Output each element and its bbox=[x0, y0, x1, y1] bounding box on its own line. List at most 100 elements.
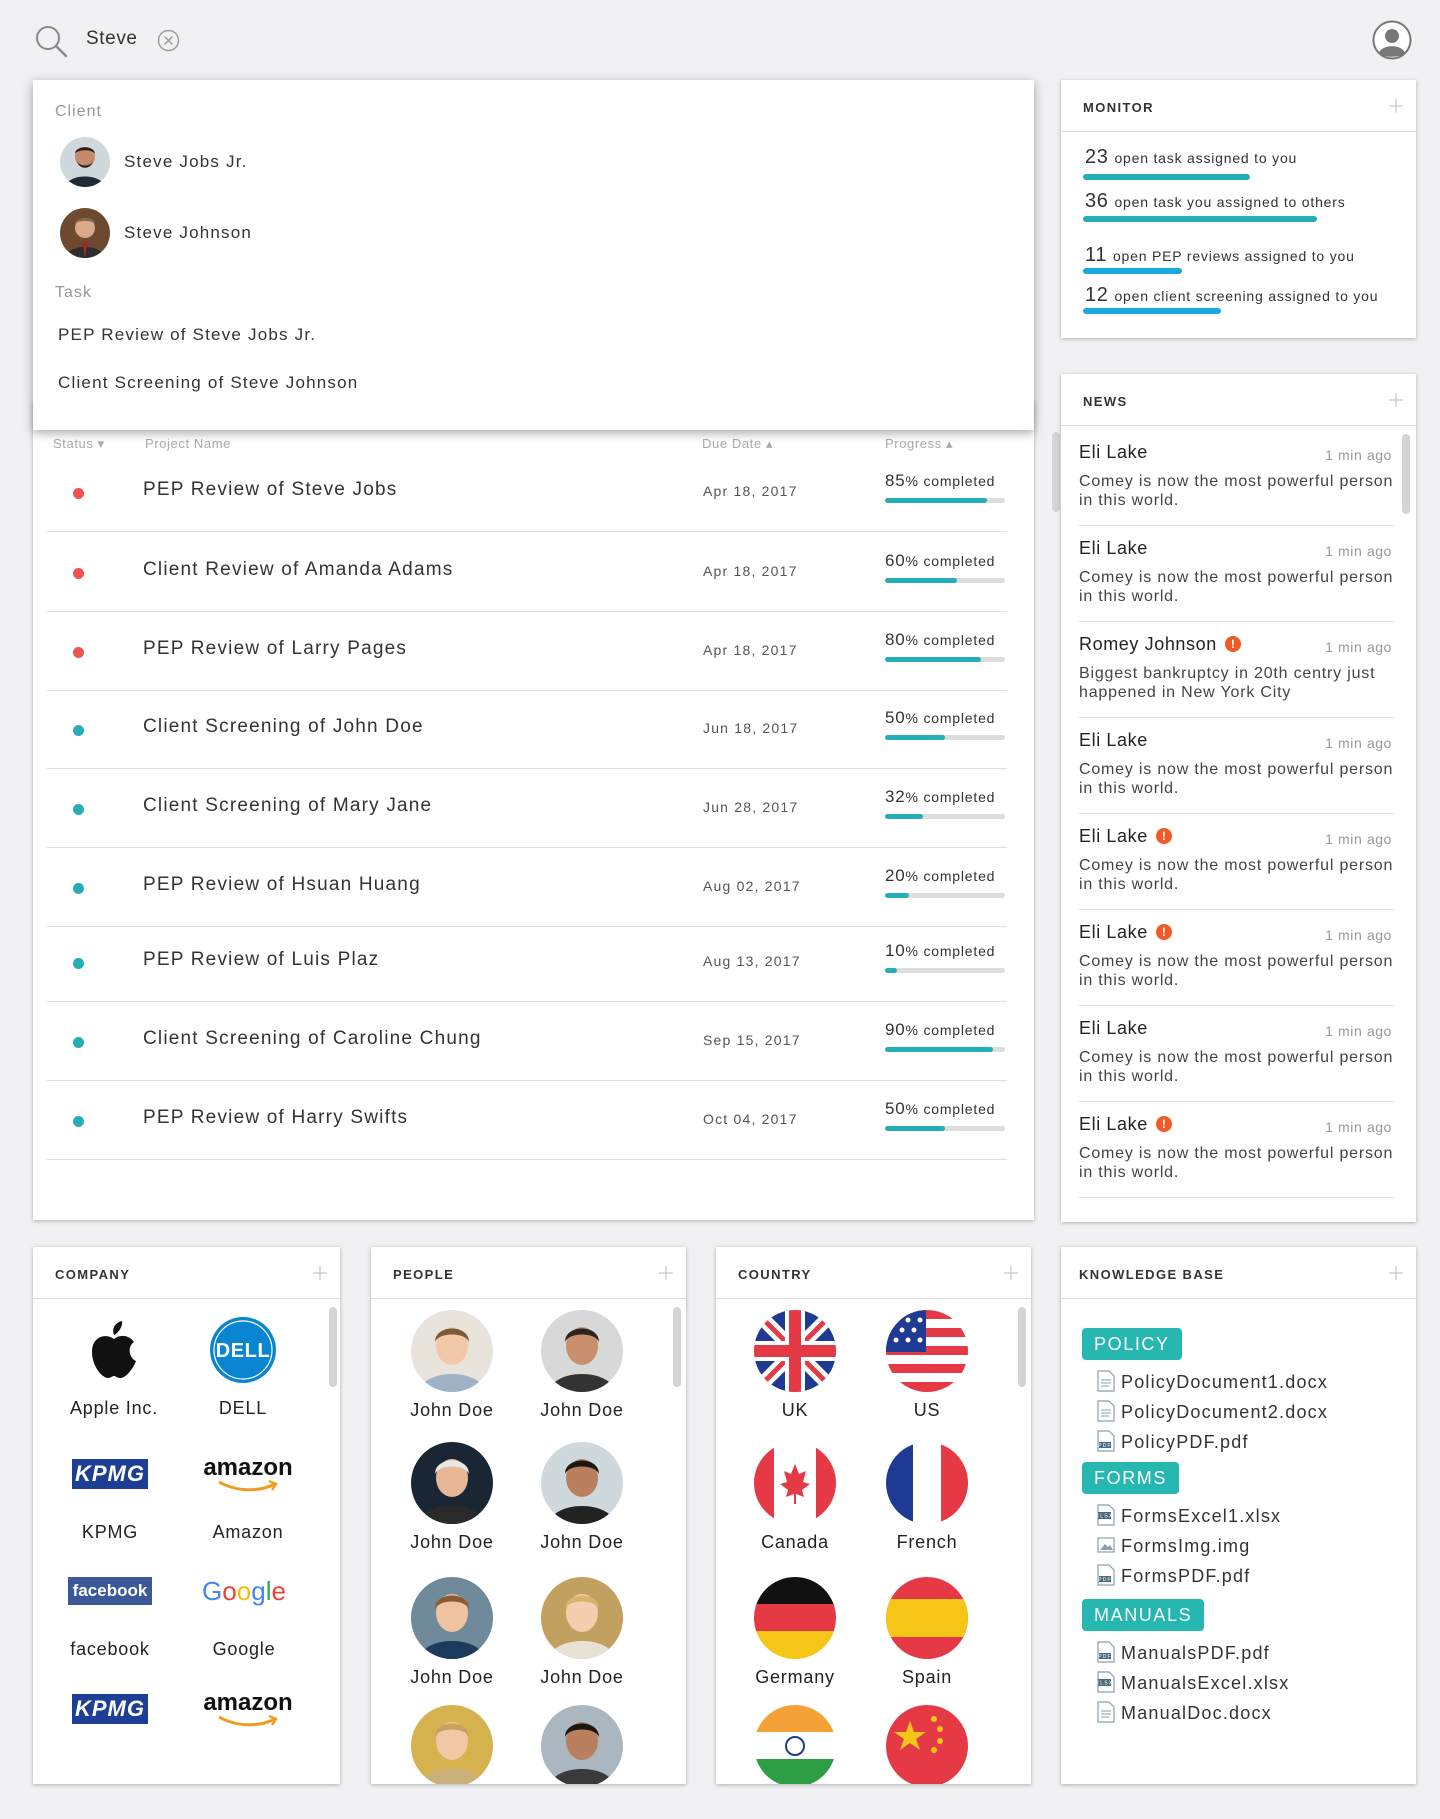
company-item[interactable]: DELL DELL bbox=[178, 1310, 308, 1419]
country-item[interactable]: US bbox=[862, 1310, 992, 1421]
kb-file-link[interactable]: PolicyDocument1.docx bbox=[1097, 1370, 1328, 1393]
country-item[interactable]: Germany bbox=[730, 1577, 860, 1688]
progress-bar bbox=[885, 814, 1005, 819]
table-row[interactable]: Client Screening of Mary Jane Jun 28, 201… bbox=[47, 769, 1007, 848]
country-item[interactable] bbox=[730, 1705, 860, 1784]
company-item[interactable]: amazon bbox=[183, 1669, 313, 1749]
kb-file-link[interactable]: PolicyDocument2.docx bbox=[1097, 1400, 1328, 1423]
kb-file-link[interactable]: ManualDoc.docx bbox=[1097, 1701, 1272, 1724]
table-row[interactable]: Client Screening of John Doe Jun 18, 2017… bbox=[47, 690, 1007, 769]
move-handle-icon[interactable] bbox=[1003, 1265, 1019, 1281]
kb-file-link[interactable]: PDF PolicyPDF.pdf bbox=[1097, 1430, 1249, 1453]
card-title: KNOWLEDGE BASE bbox=[1079, 1267, 1225, 1282]
kb-file-link[interactable]: XLSX FormsExcel1.xlsx bbox=[1096, 1504, 1281, 1527]
task-result[interactable]: PEP Review of Steve Jobs Jr. bbox=[58, 325, 316, 345]
news-time: 1 min ago bbox=[1325, 543, 1392, 559]
table-row[interactable]: PEP Review of Hsuan Huang Aug 02, 2017 20%… bbox=[47, 848, 1007, 927]
table-row[interactable]: PEP Review of Harry Swifts Oct 04, 2017 50… bbox=[47, 1081, 1007, 1160]
table-row[interactable]: Client Review of Amanda Adams Apr 18, 201… bbox=[47, 533, 1007, 612]
company-item[interactable]: KPMG KPMG bbox=[45, 1434, 175, 1543]
column-project-name[interactable]: Project Name bbox=[145, 436, 231, 451]
kb-category-tag[interactable]: MANUALS bbox=[1082, 1599, 1205, 1631]
person-item[interactable] bbox=[387, 1705, 517, 1784]
country-item[interactable]: Canada bbox=[730, 1442, 860, 1553]
alert-icon: ! bbox=[1155, 924, 1172, 940]
column-progress[interactable]: Progress ▴ bbox=[885, 436, 953, 452]
kb-file-link[interactable]: XLSX ManualsExcel.xlsx bbox=[1096, 1671, 1289, 1694]
company-item[interactable]: amazon Amazon bbox=[183, 1434, 313, 1543]
person-item[interactable]: John Doe bbox=[517, 1310, 647, 1421]
news-item[interactable]: Eli Lake 1 min ago Comey is now the most p… bbox=[1079, 718, 1394, 814]
search-input[interactable]: Steve bbox=[86, 28, 138, 50]
kb-file-link[interactable]: PDF ManualsPDF.pdf bbox=[1097, 1641, 1270, 1664]
clear-search-icon[interactable] bbox=[157, 29, 180, 52]
progress-suffix: % completed bbox=[905, 473, 996, 489]
avatar bbox=[541, 1705, 623, 1784]
news-item[interactable]: Eli Lake 1 min ago Comey is now the most p… bbox=[1079, 1006, 1394, 1102]
kb-file-link[interactable]: PDF FormsPDF.pdf bbox=[1097, 1564, 1250, 1587]
table-row[interactable]: Client Screening of Caroline Chung Sep 15… bbox=[47, 1002, 1007, 1081]
task-result[interactable]: Client Screening of Steve Johnson bbox=[58, 373, 358, 393]
progress-bar bbox=[885, 893, 1005, 898]
country-item[interactable]: French bbox=[862, 1442, 992, 1553]
news-item[interactable]: Eli Lake! 1 min ago Comey is now the most … bbox=[1079, 910, 1394, 1006]
column-due-date[interactable]: Due Date ▴ bbox=[702, 436, 773, 452]
scrollbar[interactable] bbox=[1018, 1307, 1026, 1387]
column-status[interactable]: Status ▾ bbox=[53, 436, 105, 452]
news-item[interactable]: Eli Lake! 1 min ago Comey is now the most … bbox=[1079, 814, 1394, 910]
move-handle-icon[interactable] bbox=[1388, 98, 1404, 114]
move-handle-icon[interactable] bbox=[1388, 1265, 1404, 1281]
monitor-item[interactable]: 11 open PEP reviews assigned to you bbox=[1085, 244, 1355, 267]
person-item[interactable]: John Doe bbox=[387, 1442, 517, 1553]
progress-bar bbox=[885, 578, 1005, 583]
country-item[interactable] bbox=[862, 1705, 992, 1784]
image-icon bbox=[1097, 1534, 1115, 1556]
person-item[interactable]: John Doe bbox=[387, 1310, 517, 1421]
kb-category-tag[interactable]: FORMS bbox=[1082, 1462, 1179, 1494]
monitor-item[interactable]: 36 open task you assigned to others bbox=[1085, 190, 1346, 213]
move-handle-icon[interactable] bbox=[312, 1265, 328, 1281]
due-date: Jun 18, 2017 bbox=[703, 720, 799, 736]
monitor-item[interactable]: 12 open client screening assigned to you bbox=[1085, 284, 1378, 307]
person-label: John Doe bbox=[410, 1667, 494, 1687]
project-name: PEP Review of Steve Jobs bbox=[143, 479, 398, 500]
table-row[interactable]: PEP Review of Steve Jobs Apr 18, 2017 85% … bbox=[47, 453, 1007, 532]
news-author: Romey Johnson! bbox=[1079, 634, 1241, 655]
kb-file-link[interactable]: FormsImg.img bbox=[1097, 1534, 1250, 1557]
country-item[interactable]: Spain bbox=[862, 1577, 992, 1688]
monitor-count: 36 bbox=[1085, 190, 1109, 212]
news-item[interactable]: Eli Lake! 1 min ago Comey is now the most … bbox=[1079, 1102, 1394, 1198]
company-item[interactable]: facebook facebook bbox=[45, 1551, 175, 1660]
table-row[interactable]: PEP Review of Luis Plaz Aug 13, 2017 10% c… bbox=[47, 923, 1007, 1002]
scrollbar[interactable] bbox=[673, 1307, 681, 1387]
progress-bar bbox=[885, 657, 1005, 662]
scrollbar[interactable] bbox=[329, 1307, 337, 1387]
search-icon[interactable] bbox=[34, 24, 68, 58]
table-row[interactable]: PEP Review of Larry Pages Apr 18, 2017 80%… bbox=[47, 612, 1007, 691]
scrollbar[interactable] bbox=[1402, 434, 1410, 514]
news-item[interactable]: Romey Johnson! 1 min ago Biggest bankruptc… bbox=[1079, 622, 1394, 718]
scrollbar[interactable] bbox=[1052, 432, 1060, 512]
monitor-count: 11 bbox=[1085, 244, 1107, 266]
person-item[interactable]: John Doe bbox=[517, 1577, 647, 1688]
card-header: COUNTRY bbox=[716, 1247, 1031, 1299]
kb-category-tag[interactable]: POLICY bbox=[1082, 1328, 1182, 1360]
person-item[interactable] bbox=[517, 1705, 647, 1784]
news-item[interactable]: Eli Lake 1 min ago Comey is now the most p… bbox=[1079, 430, 1394, 526]
person-item[interactable]: John Doe bbox=[387, 1577, 517, 1688]
user-avatar-icon[interactable] bbox=[1372, 20, 1412, 60]
amazon-logo: amazon bbox=[193, 1434, 303, 1514]
company-item[interactable]: Apple Inc. bbox=[49, 1310, 179, 1419]
move-handle-icon[interactable] bbox=[1388, 392, 1404, 408]
news-body: Comey is now the most powerful person in… bbox=[1079, 953, 1394, 989]
company-item[interactable]: Google Google bbox=[179, 1551, 309, 1660]
news-item[interactable]: Eli Lake 1 min ago Comey is now the most p… bbox=[1079, 526, 1394, 622]
amazon-logo: amazon bbox=[193, 1669, 303, 1749]
move-handle-icon[interactable] bbox=[658, 1265, 674, 1281]
monitor-item[interactable]: 23 open task assigned to you bbox=[1085, 146, 1297, 169]
person-item[interactable]: John Doe bbox=[517, 1442, 647, 1553]
progress-suffix: % completed bbox=[905, 868, 996, 884]
company-item[interactable]: KPMG bbox=[45, 1669, 175, 1749]
country-item[interactable]: UK bbox=[730, 1310, 860, 1421]
person-label: John Doe bbox=[410, 1400, 494, 1420]
